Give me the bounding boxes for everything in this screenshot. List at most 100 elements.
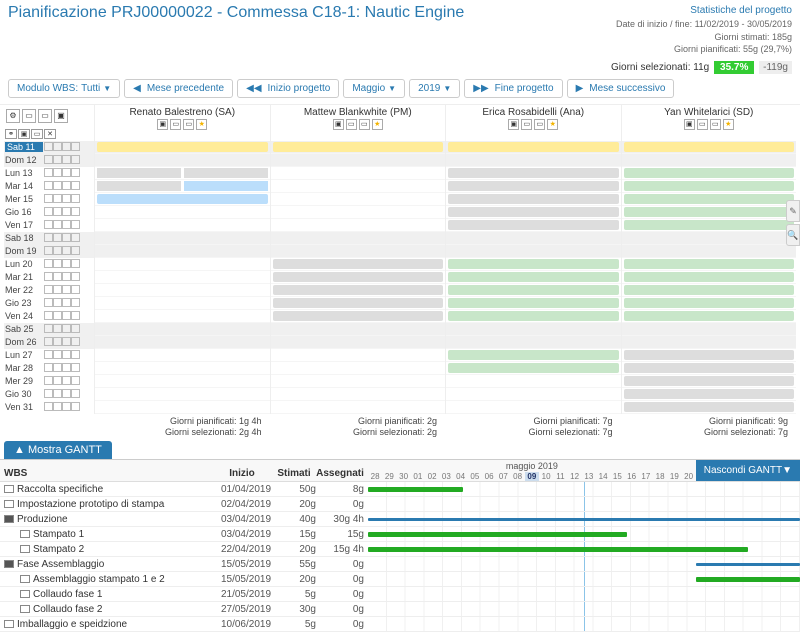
icon[interactable] (62, 272, 71, 281)
calendar-day[interactable]: 01 (411, 472, 425, 481)
planner-cell[interactable] (446, 154, 621, 167)
allocation-block[interactable] (624, 389, 795, 399)
allocation-block[interactable] (624, 285, 795, 295)
icon[interactable] (53, 181, 62, 190)
planner-cell[interactable] (95, 323, 270, 336)
calendar-day[interactable]: 12 (568, 472, 582, 481)
allocation-block[interactable] (624, 298, 795, 308)
planner-cell[interactable] (271, 232, 446, 245)
planner-cell[interactable] (95, 401, 270, 414)
planner-cell[interactable] (95, 154, 270, 167)
planner-cell[interactable] (622, 219, 797, 232)
calendar-day[interactable]: 09 (525, 472, 539, 481)
icon[interactable] (53, 142, 62, 151)
day-row[interactable]: Mer 15 (4, 193, 94, 206)
day-row[interactable]: Dom 26 (4, 336, 94, 349)
day-row[interactable]: Mer 29 (4, 375, 94, 388)
planner-cell[interactable] (95, 193, 270, 206)
allocation-block[interactable] (448, 363, 619, 373)
res-tool-icon[interactable]: ▭ (170, 119, 181, 130)
day-row[interactable]: Lun 27 (4, 349, 94, 362)
delete-icon[interactable]: ✕ (44, 129, 56, 139)
calendar-day[interactable]: 29 (382, 472, 396, 481)
allocation-block[interactable] (624, 311, 795, 321)
icon[interactable] (44, 181, 53, 190)
icon[interactable] (53, 402, 62, 411)
calendar-day[interactable]: 18 (653, 472, 667, 481)
select-icon[interactable]: ▭ (31, 129, 43, 139)
link-icon[interactable]: ⚭ (5, 129, 17, 139)
planner-cell[interactable] (446, 258, 621, 271)
res-tool-icon[interactable]: ▭ (183, 119, 194, 130)
icon[interactable] (71, 389, 80, 398)
icon[interactable] (71, 194, 80, 203)
gantt-row[interactable]: Stampato 103/04/201915g15g (0, 527, 800, 542)
icon[interactable] (44, 389, 53, 398)
planner-cell[interactable] (446, 297, 621, 310)
planner-cell[interactable] (271, 219, 446, 232)
planner-cell[interactable] (95, 349, 270, 362)
icon[interactable] (44, 337, 53, 346)
calendar-day[interactable]: 07 (496, 472, 510, 481)
icon[interactable] (71, 181, 80, 190)
planner-cell[interactable] (446, 362, 621, 375)
planner-cell[interactable] (446, 349, 621, 362)
allocation-block[interactable] (624, 272, 795, 282)
icon[interactable] (62, 207, 71, 216)
day-row[interactable]: Dom 12 (4, 154, 94, 167)
icon[interactable] (71, 350, 80, 359)
planner-cell[interactable] (95, 141, 270, 154)
allocation-block[interactable] (624, 142, 795, 152)
icon[interactable] (62, 181, 71, 190)
icon[interactable] (53, 311, 62, 320)
planner-cell[interactable] (622, 375, 797, 388)
icon[interactable] (53, 246, 62, 255)
planner-cell[interactable] (446, 180, 621, 193)
allocation-block[interactable] (97, 142, 268, 152)
allocation-block[interactable] (273, 311, 444, 321)
calendar-day[interactable]: 20 (682, 472, 696, 481)
planner-cell[interactable] (446, 401, 621, 414)
allocation-block[interactable] (448, 285, 619, 295)
calendar-day[interactable]: 06 (482, 472, 496, 481)
planner-cell[interactable] (95, 310, 270, 323)
rail-button[interactable]: 🔍 (786, 224, 800, 246)
planner-cell[interactable] (622, 401, 797, 414)
planner-cell[interactable] (271, 323, 446, 336)
day-row[interactable]: Ven 17 (4, 219, 94, 232)
planner-cell[interactable] (271, 284, 446, 297)
icon[interactable] (71, 207, 80, 216)
planner-cell[interactable] (271, 245, 446, 258)
icon[interactable] (44, 246, 53, 255)
gantt-row[interactable]: Collaudo fase 227/05/201930g0g (0, 602, 800, 617)
icon[interactable] (71, 402, 80, 411)
select-icon[interactable]: ▣ (18, 129, 30, 139)
planner-cell[interactable] (446, 206, 621, 219)
icon[interactable] (44, 285, 53, 294)
res-tool-icon[interactable]: ▭ (521, 119, 532, 130)
icon[interactable] (44, 298, 53, 307)
icon[interactable] (71, 233, 80, 242)
icon[interactable] (53, 324, 62, 333)
gantt-row[interactable]: Impostazione prototipo di stampa02/04/20… (0, 497, 800, 512)
planner-cell[interactable] (446, 323, 621, 336)
calendar-day[interactable]: 15 (610, 472, 624, 481)
icon[interactable] (53, 207, 62, 216)
icon[interactable] (62, 233, 71, 242)
icon[interactable] (62, 168, 71, 177)
day-row[interactable]: Mar 14 (4, 180, 94, 193)
planner-cell[interactable] (622, 232, 797, 245)
icon[interactable] (62, 402, 71, 411)
icon[interactable] (53, 155, 62, 164)
day-row[interactable]: Gio 30 (4, 388, 94, 401)
icon[interactable] (53, 272, 62, 281)
planner-cell[interactable] (446, 245, 621, 258)
day-row[interactable]: Sab 18 (4, 232, 94, 245)
calendar-day[interactable]: 05 (468, 472, 482, 481)
planner-cell[interactable] (95, 167, 270, 180)
icon[interactable] (62, 259, 71, 268)
day-row[interactable]: Lun 13 (4, 167, 94, 180)
planner-cell[interactable] (271, 167, 446, 180)
icon[interactable] (71, 272, 80, 281)
tool-icon[interactable]: ⚙ (6, 109, 20, 123)
